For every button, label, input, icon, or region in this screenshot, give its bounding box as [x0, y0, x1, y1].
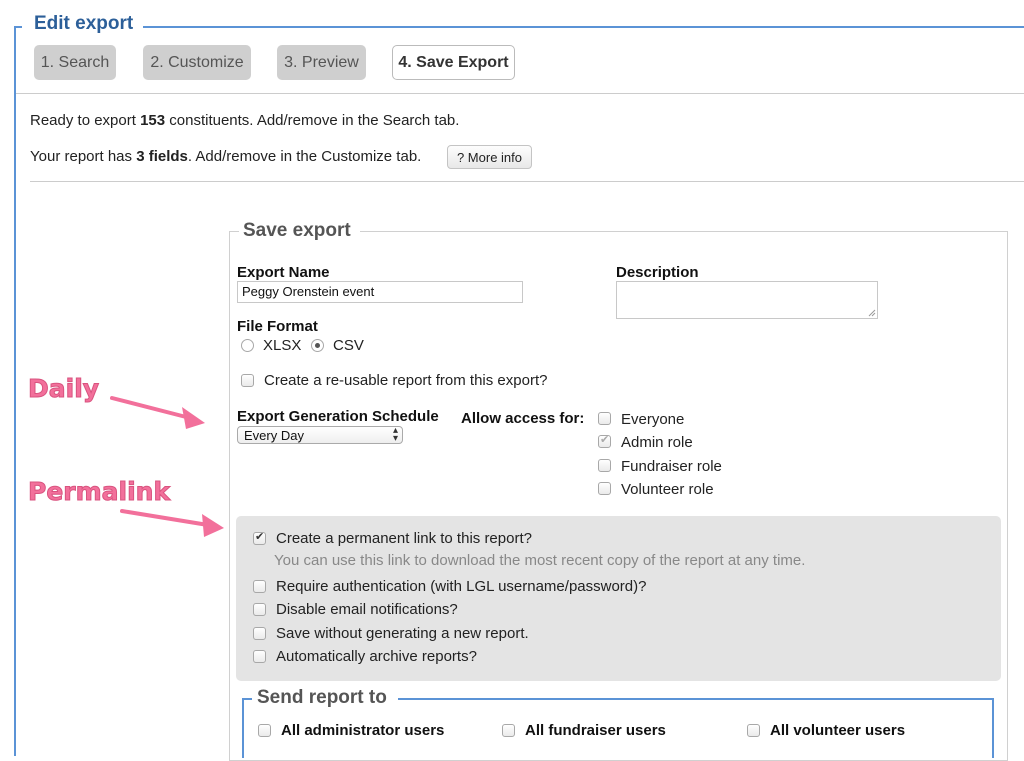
tab-preview[interactable]: 3. Preview: [277, 45, 366, 80]
access-admin-checkbox[interactable]: [598, 433, 611, 448]
all-volunteer-label: All volunteer users: [770, 722, 906, 739]
require-auth-label: Require authentication (with LGL usernam…: [276, 578, 647, 595]
edit-export-border-top: [14, 26, 22, 28]
permalink-hint: You can use this link to download the mo…: [274, 552, 806, 569]
access-everyone-checkbox[interactable]: [598, 412, 611, 425]
daily-arrow-icon: [110, 396, 205, 429]
description-textarea[interactable]: [616, 281, 878, 319]
access-admin-label: Admin role: [621, 434, 693, 451]
tab-customize[interactable]: 2. Customize: [143, 45, 251, 80]
save-without-label: Save without generating a new report.: [276, 625, 529, 642]
save-export-border-top: [360, 231, 1008, 232]
disable-email-checkbox[interactable]: [253, 603, 266, 616]
edit-export-border: [14, 26, 16, 756]
send-report-border-top: [242, 698, 252, 700]
tab-search[interactable]: 1. Search: [34, 45, 116, 80]
export-name-label: Export Name: [237, 264, 330, 281]
all-fundraiser-checkbox[interactable]: [502, 724, 515, 737]
fields-count-line: Your report has 3 fields. Add/remove in …: [30, 148, 422, 165]
all-volunteer-checkbox[interactable]: [747, 724, 760, 737]
permalink-checkbox[interactable]: [253, 530, 266, 545]
send-report-legend: Send report to: [257, 687, 387, 708]
permalink-label: Create a permanent link to this report?: [276, 530, 532, 547]
divider: [16, 93, 1024, 94]
all-admin-checkbox[interactable]: [258, 724, 271, 737]
send-report-border-top: [398, 698, 994, 700]
description-label: Description: [616, 264, 699, 281]
format-csv-radio[interactable]: [311, 339, 324, 352]
save-export-legend: Save export: [243, 220, 351, 241]
export-count-line: Ready to export 153 constituents. Add/re…: [30, 112, 460, 129]
save-without-checkbox[interactable]: [253, 627, 266, 640]
permalink-annotation: Permalink: [27, 477, 171, 507]
require-auth-checkbox[interactable]: [253, 580, 266, 593]
all-fundraiser-label: All fundraiser users: [525, 722, 666, 739]
schedule-select[interactable]: Every Day ▴ ▾: [237, 426, 403, 444]
divider: [30, 181, 1024, 182]
auto-archive-checkbox[interactable]: [253, 650, 266, 663]
schedule-label: Export Generation Schedule: [237, 408, 439, 425]
format-csv-label: CSV: [333, 337, 364, 354]
disable-email-label: Disable email notifications?: [276, 601, 458, 618]
save-export-border-top: [229, 231, 239, 232]
tab-save-export[interactable]: 4. Save Export: [392, 45, 515, 80]
export-name-input[interactable]: Peggy Orenstein event: [237, 281, 523, 303]
more-info-button[interactable]: ? More info: [447, 145, 532, 169]
access-volunteer-label: Volunteer role: [621, 481, 714, 498]
access-volunteer-checkbox[interactable]: [598, 482, 611, 495]
permalink-arrow-icon: [120, 509, 224, 537]
daily-annotation: Daily: [27, 374, 100, 404]
edit-export-legend: Edit export: [34, 13, 134, 34]
schedule-select-value: Every Day: [244, 428, 304, 443]
format-xlsx-radio[interactable]: [241, 339, 254, 352]
access-fundraiser-label: Fundraiser role: [621, 458, 722, 475]
all-admin-label: All administrator users: [281, 722, 445, 739]
reusable-report-checkbox[interactable]: [241, 374, 254, 387]
auto-archive-label: Automatically archive reports?: [276, 648, 477, 665]
access-everyone-label: Everyone: [621, 411, 685, 428]
allow-access-label: Allow access for:: [461, 410, 585, 427]
access-fundraiser-checkbox[interactable]: [598, 459, 611, 472]
select-arrows-icon: ▴ ▾: [392, 425, 398, 444]
resize-handle-icon[interactable]: [868, 309, 876, 317]
format-xlsx-label: XLSX: [263, 337, 302, 354]
file-format-label: File Format: [237, 318, 318, 335]
edit-export-border-top: [143, 26, 1024, 28]
reusable-report-label: Create a re-usable report from this expo…: [264, 372, 548, 389]
